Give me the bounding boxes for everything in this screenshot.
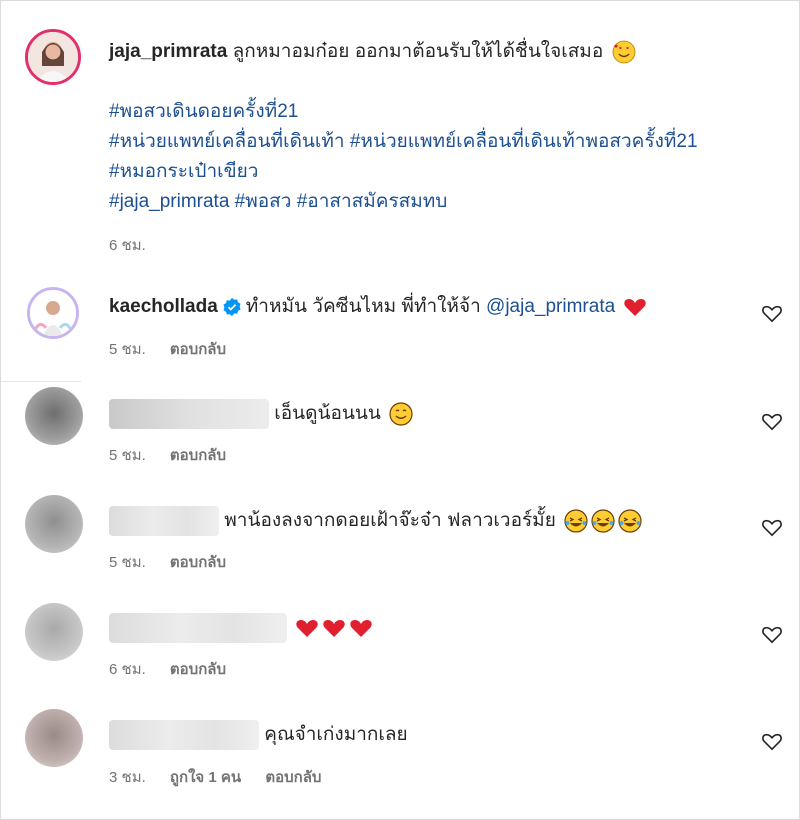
comment-avatar-blurred[interactable]: [25, 603, 83, 661]
like-heart-icon[interactable]: [761, 517, 783, 537]
comment-username[interactable]: kaechollada: [109, 296, 218, 317]
caption-username[interactable]: jaja_primrata: [109, 41, 227, 62]
like-heart-icon[interactable]: [761, 731, 783, 751]
like-heart-icon[interactable]: [761, 303, 783, 323]
laughing-tears-emoji-icon: [564, 509, 588, 533]
caption-text: ลูกหมาอมก๋อย ออกมาต้อนรับให้ได้ชื่นใจเสม…: [232, 41, 604, 62]
comment-text: เอ็นดูน้อนนน: [274, 403, 381, 425]
comment-text: พาน้องลงจากดอยเฝ้าจ๊ะจ๋า ฟลาวเวอร์มั้ย: [224, 510, 556, 532]
reply-button[interactable]: ตอบกลับ: [170, 661, 226, 678]
red-heart-emoji-icon: [350, 620, 372, 637]
comment-meta: 5 ชม. ตอบกลับ: [109, 443, 246, 467]
hashtag-line-3[interactable]: #jaja_primrata #พอสว #อาสาสมัครสมทบ: [109, 187, 759, 217]
comment-avatar-blurred[interactable]: [25, 495, 83, 553]
post-comments-panel: jaja_primrata ลูกหมาอมก๋อย ออกมาต้อนรับใ…: [0, 0, 800, 820]
reply-button[interactable]: ตอบกลับ: [265, 769, 321, 786]
laughing-tears-emoji-icon: [618, 509, 642, 533]
comment-item: kaechollada ทำหมัน วัคซีนไหม พี่ทำให้จ้า…: [109, 293, 647, 321]
hashtag-line-1[interactable]: #พอสวเดินดอยครั้งที่21: [109, 97, 759, 127]
like-count[interactable]: ถูกใจ 1 คน: [170, 769, 241, 786]
comment-timestamp[interactable]: 5 ชม.: [109, 341, 146, 358]
blurred-username: [109, 720, 259, 750]
like-heart-icon[interactable]: [761, 624, 783, 644]
comment-avatar-blurred[interactable]: [25, 709, 83, 767]
comment-item: เอ็นดูน้อนนน: [109, 399, 413, 429]
comment-timestamp[interactable]: 6 ชม.: [109, 661, 146, 678]
comment-item: พาน้องลงจากดอยเฝ้าจ๊ะจ๋า ฟลาวเวอร์มั้ย: [109, 506, 642, 536]
blurred-username: [109, 506, 219, 536]
comment-meta: 3 ชม. ถูกใจ 1 คน ตอบกลับ: [109, 765, 341, 789]
blurred-username: [109, 613, 287, 643]
comment-timestamp[interactable]: 5 ชม.: [109, 447, 146, 464]
comment-item: คุณจำเก่งมากเลย: [109, 720, 408, 750]
comment-timestamp[interactable]: 5 ชม.: [109, 554, 146, 571]
comment-item: [109, 613, 373, 643]
comment-text: ทำหมัน วัคซีนไหม พี่ทำให้จ้า: [245, 296, 481, 317]
red-heart-emoji-icon: [624, 298, 647, 316]
comment-timestamp[interactable]: 3 ชม.: [109, 769, 146, 786]
comment-meta: 5 ชม. ตอบกลับ: [109, 550, 246, 574]
red-heart-emoji-icon: [296, 620, 318, 637]
caption-meta: 6 ชม.: [109, 233, 166, 257]
comment-mention[interactable]: @jaja_primrata: [486, 296, 615, 317]
like-heart-icon[interactable]: [761, 411, 783, 431]
blurred-username: [109, 399, 269, 429]
comment-text: คุณจำเก่งมากเลย: [264, 724, 408, 746]
reply-button[interactable]: ตอบกลับ: [170, 341, 226, 358]
reply-button[interactable]: ตอบกลับ: [170, 554, 226, 571]
smiling-face-emoji-icon: [389, 402, 413, 426]
smiling-hearts-emoji-icon: [612, 40, 635, 64]
user-avatar-icon: [30, 290, 76, 336]
user-avatar-icon: [28, 32, 78, 82]
hashtag-line-2[interactable]: #หน่วยแพทย์เคลื่อนที่เดินเท้า #หน่วยแพทย…: [109, 127, 759, 187]
blurred-divider: [1, 381, 81, 382]
reply-button[interactable]: ตอบกลับ: [170, 447, 226, 464]
post-caption: jaja_primrata ลูกหมาอมก๋อย ออกมาต้อนรับใ…: [109, 37, 759, 217]
red-heart-emoji-icon: [323, 620, 345, 637]
laughing-tears-emoji-icon: [591, 509, 615, 533]
comment-avatar[interactable]: [27, 287, 79, 339]
caption-avatar[interactable]: [25, 29, 81, 85]
verified-badge-icon: [223, 297, 241, 316]
comment-meta: 5 ชม. ตอบกลับ: [109, 337, 246, 361]
comment-avatar-blurred[interactable]: [25, 387, 83, 445]
comment-meta: 6 ชม. ตอบกลับ: [109, 657, 246, 681]
caption-timestamp[interactable]: 6 ชม.: [109, 237, 146, 254]
